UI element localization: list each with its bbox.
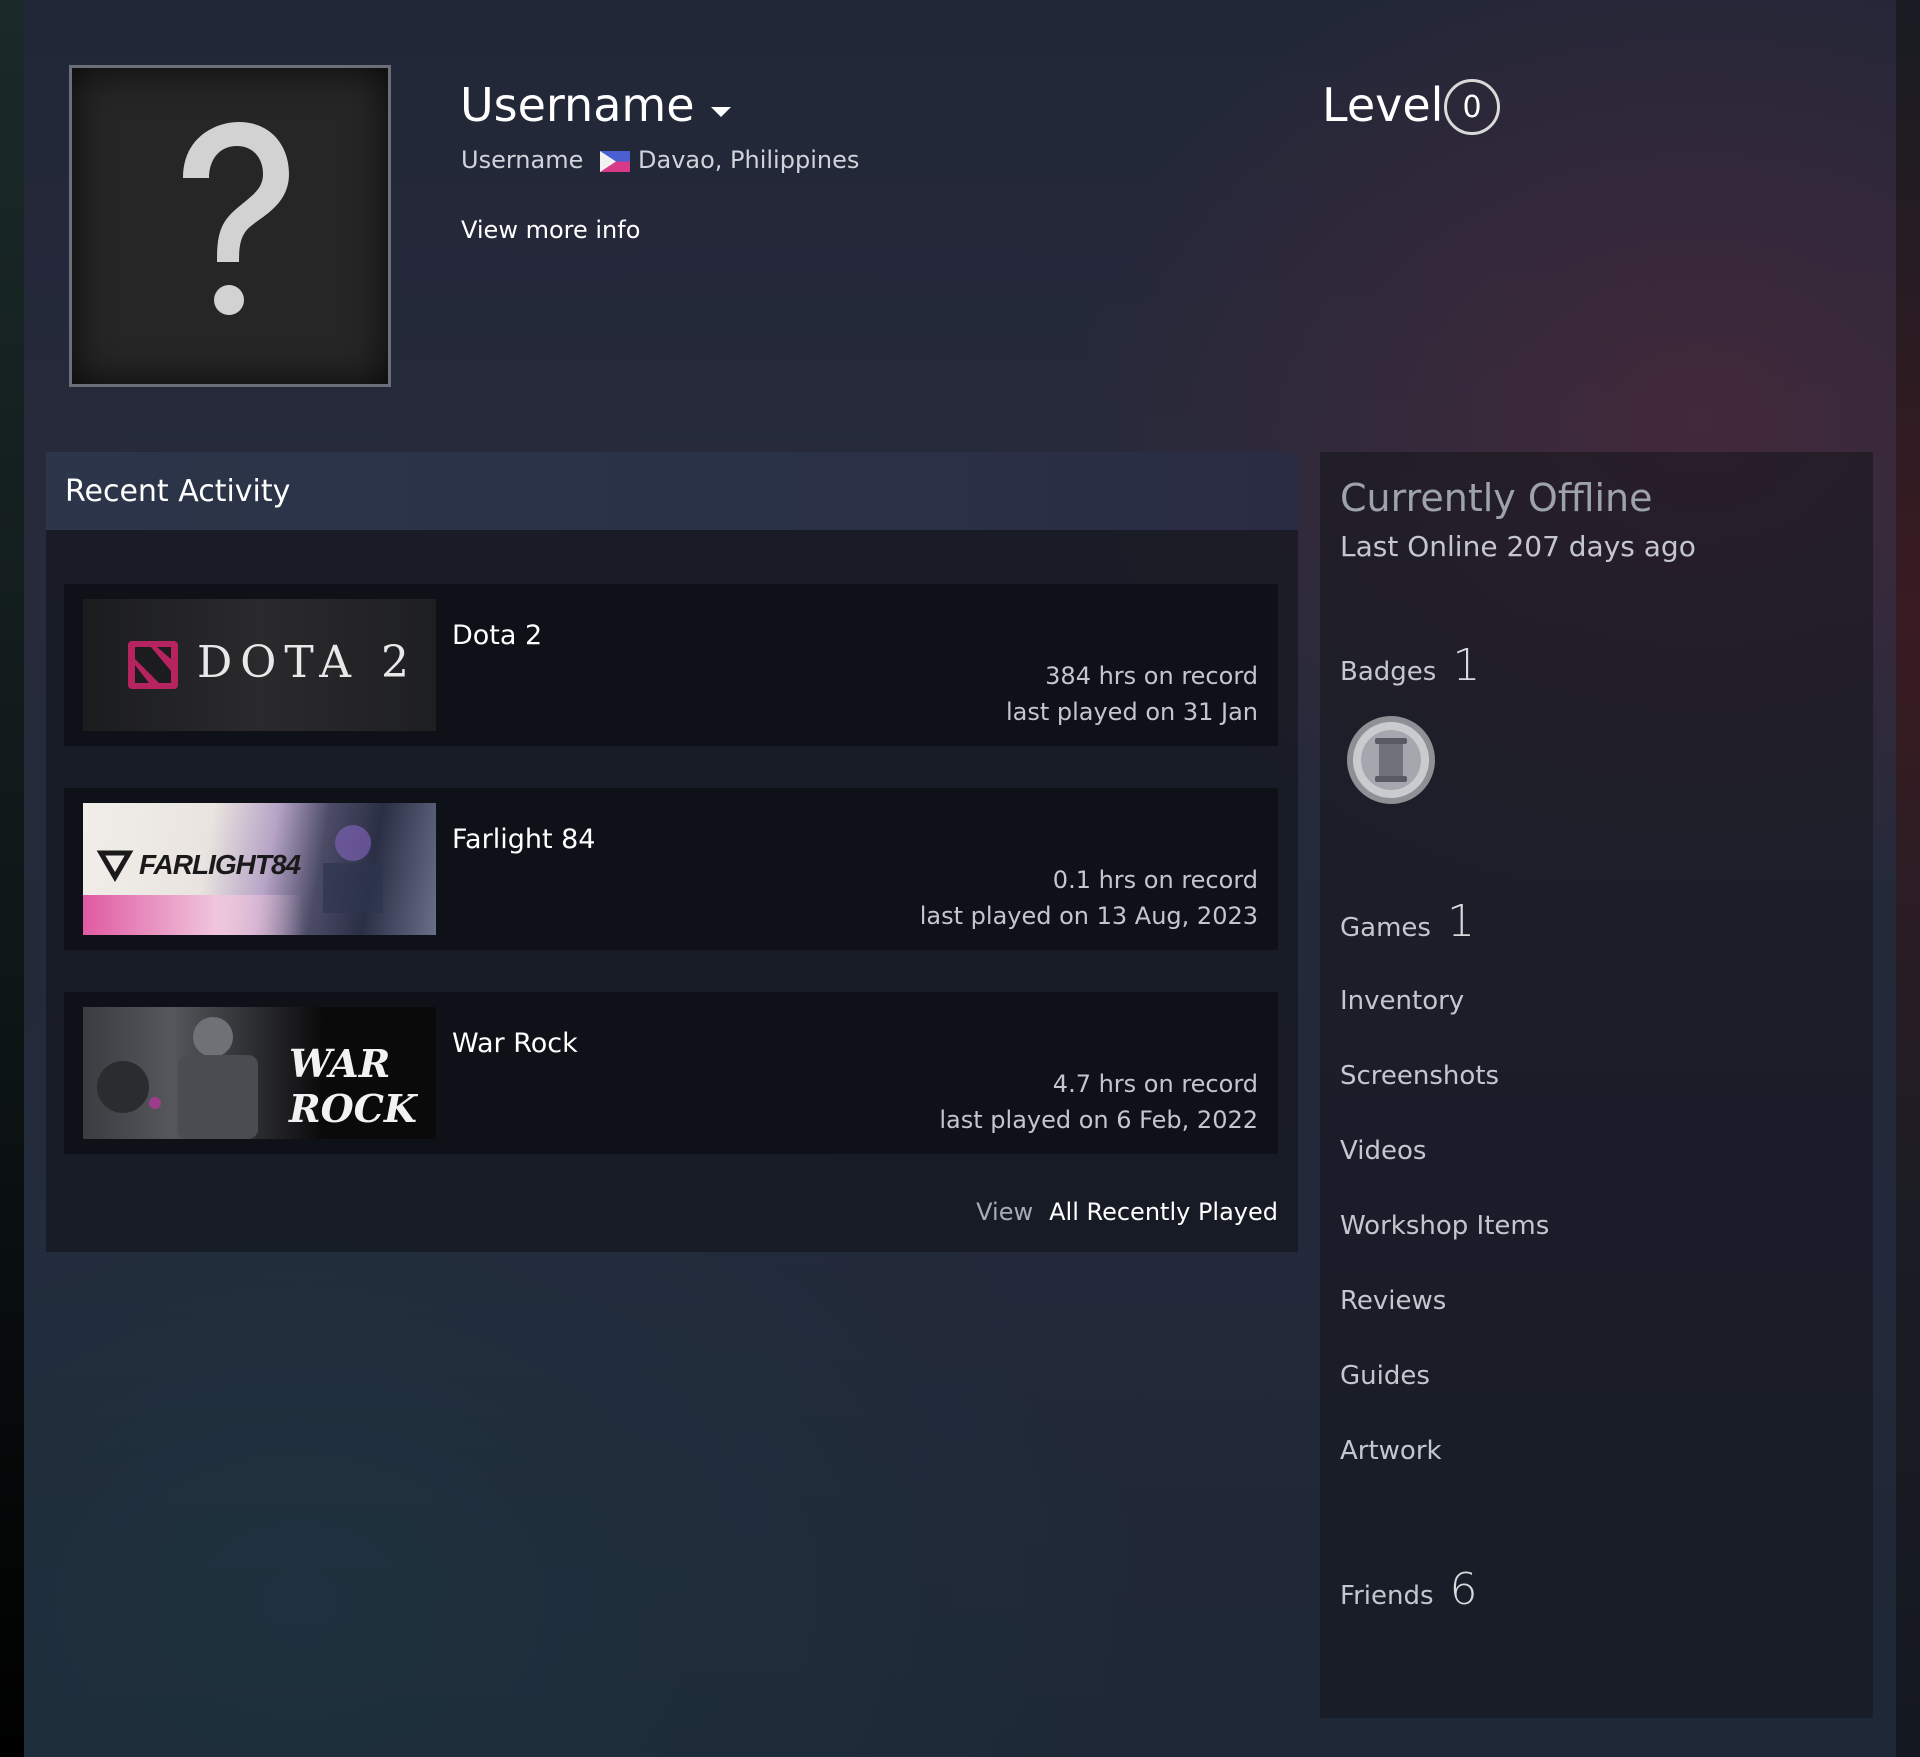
persona-name-text: Username [460, 78, 695, 132]
friends-count: 6 [1449, 1564, 1478, 1615]
games-link[interactable]: Games 1 [1340, 896, 1475, 947]
avatar[interactable] [69, 65, 391, 387]
workshop-items-link[interactable]: Workshop Items [1340, 1211, 1549, 1241]
friends-link[interactable]: Friends 6 [1340, 1564, 1478, 1615]
game-name[interactable]: Farlight 84 [452, 824, 595, 855]
philippines-flag-icon [600, 151, 630, 172]
question-mark-icon [183, 122, 289, 315]
guides-link[interactable]: Guides [1340, 1361, 1430, 1391]
war-rock-logo-text: WAR ROCK [289, 1041, 417, 1131]
badges-label: Badges [1340, 657, 1437, 687]
badges-count: 1 [1452, 640, 1481, 691]
war-rock-capsule[interactable]: WAR ROCK [83, 1007, 436, 1139]
artwork-link[interactable]: Artwork [1340, 1436, 1442, 1466]
recent-activity-title: Recent Activity [65, 474, 291, 509]
inventory-link[interactable]: Inventory [1340, 986, 1464, 1016]
game-name[interactable]: War Rock [452, 1028, 578, 1059]
game-last-played: last played on 31 Jan [1005, 698, 1258, 726]
game-last-played: last played on 13 Aug, 2023 [919, 902, 1258, 930]
location: Davao, Philippines [638, 146, 860, 174]
profile-sidebar: Currently Offline Last Online 207 days a… [1320, 452, 1873, 1718]
friends-label: Friends [1340, 1581, 1434, 1611]
game-row-war-rock[interactable]: WAR ROCK War Rock 4.7 hrs on record last… [64, 992, 1278, 1154]
screenshots-link[interactable]: Screenshots [1340, 1061, 1499, 1091]
recent-activity-panel: Recent Activity DOTA 2 Dota 2 384 hrs on… [46, 452, 1298, 1252]
farlight-84-logo-text: FARLIGHT84 [139, 849, 301, 880]
reviews-link[interactable]: Reviews [1340, 1286, 1446, 1316]
persona-name[interactable]: Username [460, 78, 731, 132]
dropdown-caret-icon[interactable] [710, 107, 731, 117]
level-value: 0 [1462, 89, 1482, 125]
view-all-recently-played[interactable]: View All Recently Played [976, 1198, 1278, 1226]
games-label: Games [1340, 913, 1431, 943]
farlight-84-capsule[interactable]: FARLIGHT84 [83, 803, 436, 935]
left-edge-background [0, 0, 24, 1757]
last-online: Last Online 207 days ago [1340, 530, 1696, 563]
view-label: View [976, 1198, 1034, 1226]
videos-link[interactable]: Videos [1340, 1136, 1426, 1166]
all-recently-played-link[interactable]: All Recently Played [1049, 1198, 1278, 1226]
right-edge-background [1896, 0, 1920, 1757]
game-hours: 384 hrs on record [1045, 662, 1258, 690]
online-status: Currently Offline [1340, 476, 1653, 520]
recent-activity-header: Recent Activity [46, 452, 1298, 530]
game-row-farlight-84[interactable]: FARLIGHT84 Farlight 84 0.1 hrs on record… [64, 788, 1278, 950]
game-row-dota-2[interactable]: DOTA 2 Dota 2 384 hrs on record last pla… [64, 584, 1278, 746]
real-name: Username [461, 146, 584, 174]
level-badge[interactable]: 0 [1444, 79, 1500, 135]
badges-link[interactable]: Badges 1 [1340, 640, 1480, 691]
game-hours: 4.7 hrs on record [1052, 1070, 1258, 1098]
dota-2-logo-text: DOTA 2 [197, 637, 418, 688]
game-last-played: last played on 6 Feb, 2022 [939, 1106, 1258, 1134]
game-hours: 0.1 hrs on record [1052, 866, 1258, 894]
level-label: Level [1322, 78, 1444, 132]
games-count: 1 [1446, 896, 1475, 947]
view-more-info-link[interactable]: View more info [461, 216, 640, 244]
profile-page: Username Username Davao, Philippines Vie… [0, 0, 1920, 1757]
badge-icon[interactable] [1345, 714, 1437, 806]
game-name[interactable]: Dota 2 [452, 620, 542, 651]
dota-2-capsule[interactable]: DOTA 2 [83, 599, 436, 731]
